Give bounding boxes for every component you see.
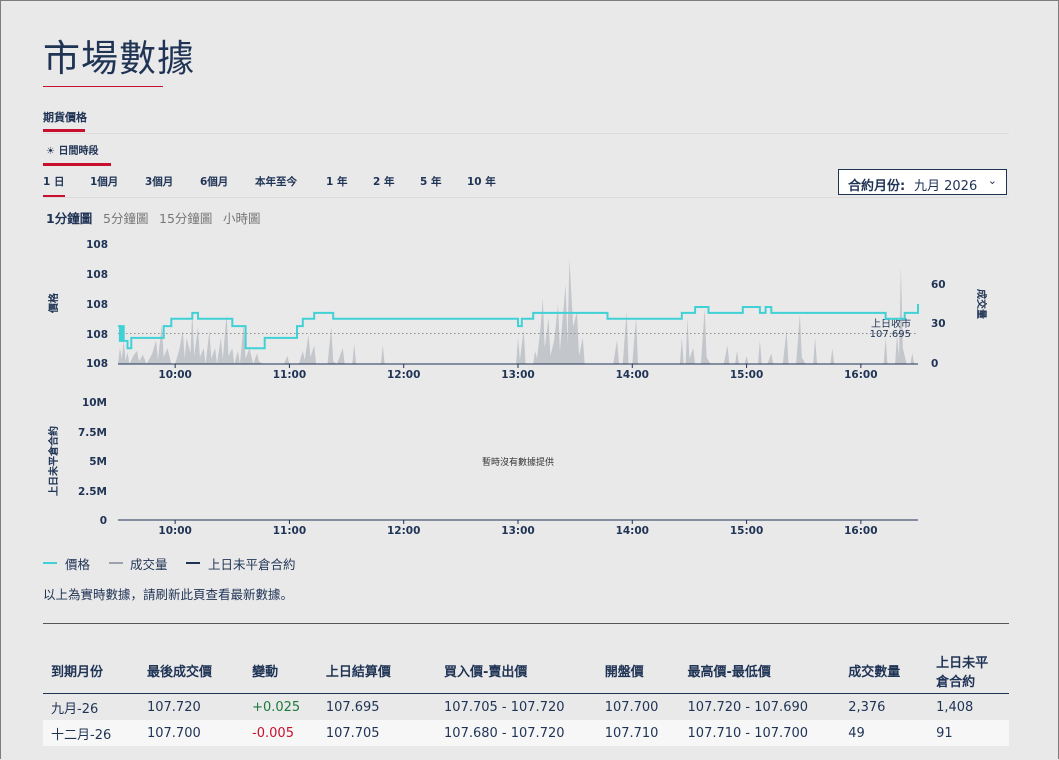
cell-bid-ask: 107.705 - 107.720 bbox=[444, 699, 565, 715]
y-tick-label: 108 bbox=[86, 358, 108, 370]
y-axis-label: 上日未平倉合約 bbox=[47, 426, 60, 496]
realtime-note: 以上為實時數據，請刷新此頁查看最新數據。 bbox=[43, 587, 294, 602]
col-header: 最後成交價 bbox=[146, 665, 212, 680]
table-row: 十二月-26 107.700 -0.005 107.705 107.680 - … bbox=[43, 720, 1009, 746]
divider bbox=[43, 623, 1009, 624]
previous-close-value: 107.695 bbox=[870, 329, 911, 340]
cell-change: +0.025 bbox=[252, 699, 301, 715]
cell-open: 107.710 bbox=[604, 725, 659, 741]
x-tick-label: 16:00 bbox=[844, 525, 877, 537]
x-axis-ticks: 10:00 11:00 12:00 13:00 14:00 15:00 16:00 bbox=[158, 520, 878, 537]
cell-bid-ask: 107.680 - 107.720 bbox=[444, 725, 565, 741]
x-tick-label: 15:00 bbox=[730, 369, 763, 381]
legend-swatch bbox=[186, 562, 200, 564]
x-axis-ticks: 10:00 11:00 12:00 13:00 14:00 15:00 16:00 bbox=[158, 364, 878, 381]
table-row: 九月-26 107.720 +0.025 107.695 107.705 - 1… bbox=[43, 693, 1009, 720]
x-tick-label: 14:00 bbox=[616, 525, 649, 537]
cell-prev-settle: 107.705 bbox=[325, 725, 380, 741]
y-tick-label: 2.5M bbox=[78, 486, 107, 498]
x-tick-label: 12:00 bbox=[387, 369, 420, 381]
col-header: 開盤價 bbox=[604, 665, 644, 680]
y-tick-label: 108 bbox=[86, 329, 108, 341]
cell-month: 九月-26 bbox=[51, 701, 99, 717]
col-header: 變動 bbox=[252, 665, 279, 680]
futures-table: 到期月份 最後成交價 變動 上日結算價 買入價-賣出價 開盤價 最高價-最低價 … bbox=[43, 648, 1009, 746]
cell-last: 107.720 bbox=[146, 699, 201, 715]
col-header: 成交數量 bbox=[848, 665, 901, 680]
cell-open: 107.700 bbox=[604, 699, 659, 715]
cell-open-interest: 91 bbox=[936, 725, 953, 741]
y-tick-label: 5M bbox=[89, 456, 107, 468]
open-interest-chart: 上日未平倉合約 10M 7.5M 5M 2.5M 0 暫時沒有數據提供 10:0… bbox=[47, 397, 918, 537]
y2-axis-label: 成交量 bbox=[975, 289, 988, 319]
col-header: 到期月份 bbox=[51, 665, 104, 680]
legend-label: 上日未平倉合約 bbox=[208, 557, 296, 572]
cell-change: -0.005 bbox=[252, 725, 294, 741]
x-tick-label: 13:00 bbox=[501, 525, 534, 537]
volume-area bbox=[118, 259, 918, 364]
legend-label: 價格 bbox=[65, 557, 91, 572]
legend-label: 成交量 bbox=[130, 557, 168, 572]
x-tick-label: 15:00 bbox=[730, 525, 763, 537]
y-tick-label: 108 bbox=[86, 239, 108, 251]
y2-tick-label: 0 bbox=[931, 358, 938, 370]
legend-swatch bbox=[43, 562, 57, 564]
col-header: 上日未平倉合約 bbox=[936, 655, 989, 690]
y2-tick-label: 60 bbox=[931, 279, 946, 291]
x-tick-label: 16:00 bbox=[844, 369, 877, 381]
x-tick-label: 14:00 bbox=[616, 369, 649, 381]
legend-swatch bbox=[109, 562, 123, 564]
x-tick-label: 11:00 bbox=[273, 369, 306, 381]
cell-open-interest: 1,408 bbox=[936, 699, 974, 715]
cell-last: 107.700 bbox=[146, 725, 201, 741]
price-volume-chart: 價格 108 108 108 108 108 60 30 0 成交量 上日收市 … bbox=[47, 239, 988, 381]
y-tick-label: 0 bbox=[100, 515, 107, 527]
y2-tick-label: 30 bbox=[931, 318, 946, 330]
y-tick-label: 7.5M bbox=[78, 427, 107, 439]
col-header: 買入價-賣出價 bbox=[444, 665, 528, 680]
charts-canvas: 價格 108 108 108 108 108 60 30 0 成交量 上日收市 … bbox=[47, 239, 988, 537]
x-tick-label: 11:00 bbox=[273, 525, 306, 537]
y-axis-label: 價格 bbox=[47, 292, 60, 314]
col-header: 上日結算價 bbox=[325, 665, 391, 680]
cell-high-low: 107.710 - 107.700 bbox=[687, 725, 809, 741]
y-tick-label: 10M bbox=[82, 397, 107, 409]
cell-volume: 2,376 bbox=[848, 699, 886, 715]
y-tick-label: 108 bbox=[86, 299, 108, 311]
cell-volume: 49 bbox=[848, 725, 865, 741]
x-tick-label: 13:00 bbox=[501, 369, 534, 381]
cell-prev-settle: 107.695 bbox=[325, 699, 380, 715]
x-tick-label: 10:00 bbox=[158, 525, 191, 537]
table-header-row: 到期月份 最後成交價 變動 上日結算價 買入價-賣出價 開盤價 最高價-最低價 … bbox=[43, 648, 1009, 694]
col-header: 最高價-最低價 bbox=[687, 665, 771, 680]
cell-high-low: 107.720 - 107.690 bbox=[687, 699, 809, 715]
x-tick-label: 10:00 bbox=[158, 369, 191, 381]
no-data-message: 暫時沒有數據提供 bbox=[482, 456, 554, 468]
y-tick-label: 108 bbox=[86, 269, 108, 281]
x-tick-label: 12:00 bbox=[387, 525, 420, 537]
cell-month: 十二月-26 bbox=[51, 727, 112, 743]
